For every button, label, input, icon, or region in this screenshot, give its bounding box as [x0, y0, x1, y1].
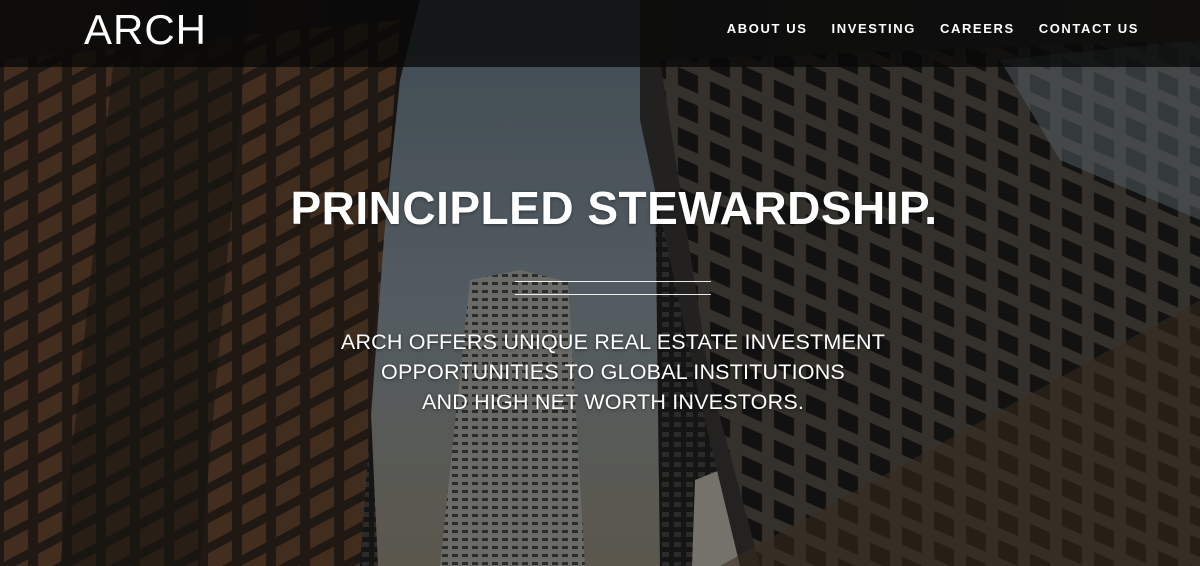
site-header: ARCH ABOUT US INVESTING CAREERS CONTACT …: [0, 0, 1200, 67]
nav-about-us[interactable]: ABOUT US: [727, 20, 808, 38]
hero-subtitle: ARCH OFFERS UNIQUE REAL ESTATE INVESTMEN…: [300, 327, 926, 417]
hero-subtitle-line: ARCH OFFERS UNIQUE REAL ESTATE INVESTMEN…: [340, 330, 886, 354]
hero-divider: [515, 281, 711, 295]
nav-contact-us[interactable]: CONTACT US: [1039, 20, 1139, 38]
nav-careers[interactable]: CAREERS: [940, 20, 1015, 38]
logo[interactable]: ARCH: [84, 6, 207, 54]
nav-investing[interactable]: INVESTING: [832, 20, 916, 38]
hero-subtitle-line: OPPORTUNITIES TO GLOBAL INSTITUTIONS: [381, 360, 845, 384]
main-nav: ABOUT US INVESTING CAREERS CONTACT US: [727, 20, 1139, 38]
hero-subtitle-line: AND HIGH NET WORTH INVESTORS.: [421, 390, 805, 414]
hero-title: PRINCIPLED STEWARDSHIP.: [290, 182, 938, 234]
